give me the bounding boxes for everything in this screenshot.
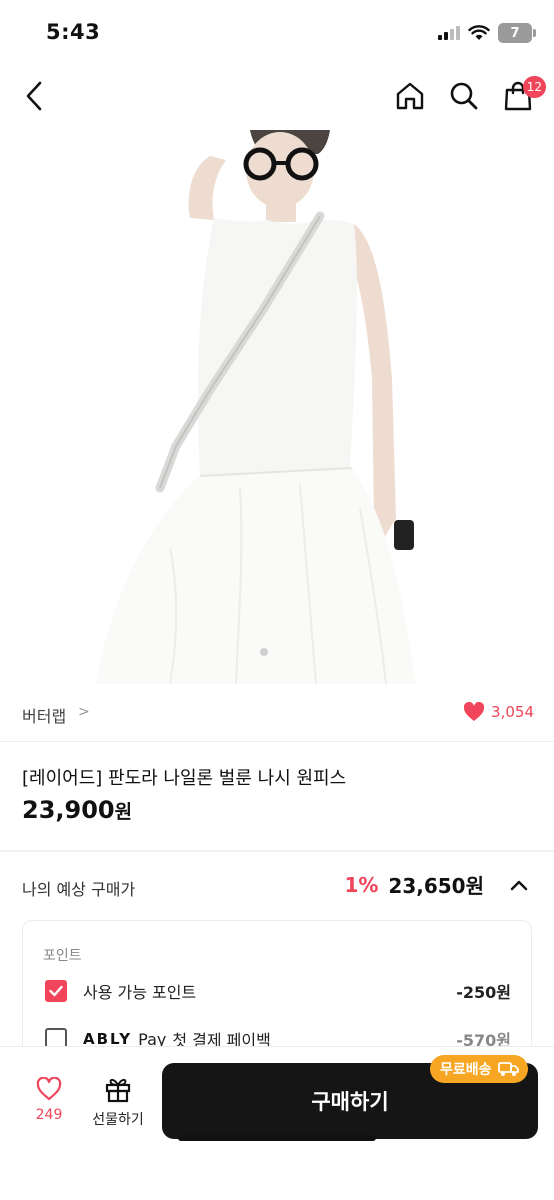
top-nav-bar: 12 xyxy=(0,64,554,128)
delivery-truck-icon xyxy=(497,1062,519,1076)
estimated-price-row[interactable]: 나의 예상 구매가 1% 23,650원 xyxy=(0,852,554,918)
brand-name[interactable]: 버터랩 xyxy=(22,703,66,727)
brand-row[interactable]: 버터랩 > 3,054 xyxy=(0,684,554,742)
home-indicator xyxy=(178,1135,376,1141)
wishlist-button[interactable]: 249 xyxy=(26,1077,72,1123)
home-icon xyxy=(396,82,424,110)
available-points-checkbox[interactable] xyxy=(45,980,67,1002)
nav-actions: 12 xyxy=(392,76,546,116)
status-icons: 7 xyxy=(438,22,536,44)
status-time: 5:43 xyxy=(46,20,101,44)
bottom-action-bar: 249 선물하기 구매하기 무료배송 xyxy=(0,1046,554,1200)
point-row-available[interactable]: 사용 가능 포인트 -250원 xyxy=(45,979,511,1003)
product-title: [레이어드] 판도라 나일론 벌룬 나시 원피스 xyxy=(22,768,347,789)
wishlist-count: 249 xyxy=(35,1107,63,1123)
chevron-right-icon: > xyxy=(78,704,90,720)
back-button[interactable] xyxy=(16,78,52,114)
gift-label: 선물하기 xyxy=(92,1112,144,1128)
gift-button[interactable]: 선물하기 xyxy=(88,1075,148,1129)
check-icon xyxy=(49,985,63,997)
discount-percent: 1% xyxy=(344,872,379,897)
collapse-toggle[interactable] xyxy=(508,874,530,896)
gift-icon xyxy=(105,1078,131,1103)
free-shipping-label: 무료배송 xyxy=(440,1062,492,1078)
chevron-up-icon xyxy=(510,880,528,890)
estimated-price-label: 나의 예상 구매가 xyxy=(22,880,136,899)
battery-icon: 7 xyxy=(498,23,536,43)
estimated-price-values: 1% 23,650원 xyxy=(344,870,530,899)
estimated-price: 23,650원 xyxy=(388,874,484,898)
available-points-amount: -250원 xyxy=(456,983,511,1002)
product-price: 23,900원 xyxy=(22,796,132,824)
like-count: 3,054 xyxy=(491,703,534,721)
points-title: 포인트 xyxy=(43,948,82,964)
heart-filled-icon xyxy=(464,702,485,721)
brand-like-button[interactable]: 3,054 xyxy=(463,702,534,722)
cart-count-badge: 12 xyxy=(522,76,546,98)
heart-outline-icon xyxy=(36,1077,62,1101)
search-icon xyxy=(450,82,478,110)
available-points-label: 사용 가능 포인트 xyxy=(83,983,197,1002)
cellular-signal-icon xyxy=(438,26,460,40)
home-button[interactable] xyxy=(392,76,428,116)
carousel-indicator xyxy=(260,648,268,656)
free-shipping-badge: 무료배송 xyxy=(430,1055,528,1083)
search-button[interactable] xyxy=(446,76,482,116)
cart-button[interactable]: 12 xyxy=(500,76,546,116)
chevron-left-icon xyxy=(26,81,42,111)
price-unit: 원 xyxy=(114,801,133,823)
wifi-icon xyxy=(468,25,490,40)
battery-level: 7 xyxy=(510,25,520,41)
price-value: 23,900 xyxy=(22,796,115,824)
product-photo xyxy=(96,130,416,684)
product-image[interactable] xyxy=(0,128,554,684)
status-bar: 5:43 7 xyxy=(0,0,554,64)
